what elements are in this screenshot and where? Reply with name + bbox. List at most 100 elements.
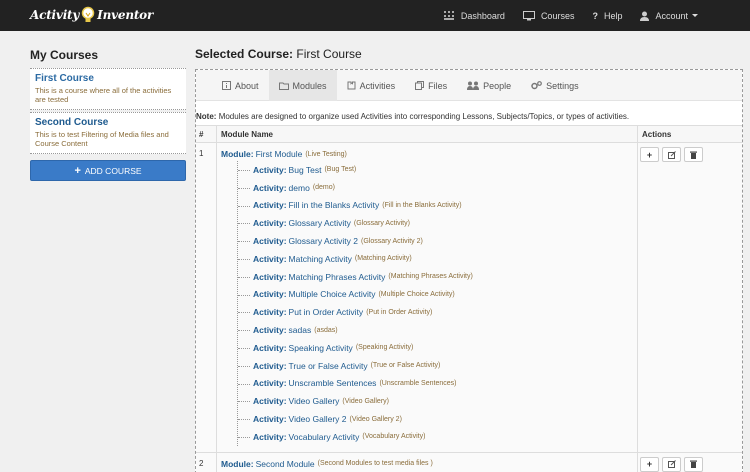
- activity-label: Activity:: [253, 218, 287, 229]
- activity-label: Activity:: [253, 414, 287, 425]
- activity-name[interactable]: Glossary Activity 2: [289, 236, 358, 246]
- course-title[interactable]: Second Course: [35, 117, 181, 128]
- list-item[interactable]: Activity: Video Gallery (Video Gallery): [238, 392, 637, 410]
- tab-modules-label: Modules: [292, 80, 327, 91]
- activity-name[interactable]: demo: [289, 183, 310, 193]
- list-item[interactable]: Activity: Matching Phrases Activity (Match…: [238, 268, 637, 286]
- module-name[interactable]: Second Module: [256, 459, 315, 469]
- edit-module-button[interactable]: [662, 147, 681, 162]
- selected-course-label: Selected Course:: [195, 47, 294, 61]
- activity-subtitle: (Vocabulary Activity): [362, 433, 426, 441]
- activity-name[interactable]: Video Gallery 2: [289, 414, 347, 424]
- activity-name[interactable]: Matching Activity: [289, 254, 352, 264]
- delete-module-button[interactable]: [684, 456, 703, 472]
- list-item[interactable]: Activity: True or False Activity (True or …: [238, 357, 637, 375]
- course-item-second[interactable]: Second Course This is to test Filtering …: [30, 112, 186, 154]
- activity-name[interactable]: Glossary Activity: [289, 218, 351, 228]
- edit-icon: [667, 460, 676, 469]
- activity-name[interactable]: Matching Phrases Activity: [289, 272, 386, 282]
- activity-subtitle: (Video Gallery 2): [349, 415, 402, 423]
- nav-help[interactable]: ? Help: [592, 0, 622, 31]
- tab-activities-label: Activities: [359, 80, 396, 91]
- tab-modules[interactable]: Modules: [268, 70, 337, 101]
- add-course-button[interactable]: + ADD COURSE: [30, 160, 186, 181]
- module-num: 1: [199, 149, 204, 158]
- nav-courses[interactable]: Courses: [522, 0, 575, 31]
- list-item[interactable]: Activity: Glossary Activity (Glossary Acti…: [238, 214, 637, 232]
- list-item[interactable]: Activity: Multiple Choice Activity (Multip…: [238, 286, 637, 304]
- course-item-first[interactable]: First Course This is a course where all …: [30, 68, 186, 110]
- activity-name[interactable]: Fill in the Blanks Activity: [289, 200, 380, 210]
- activity-label: Activity:: [253, 325, 287, 336]
- course-panel: About Modules Activities Files People Se…: [195, 69, 743, 472]
- list-item[interactable]: Activity: Glossary Activity 2 (Glossary Ac…: [238, 232, 637, 250]
- activity-name[interactable]: Multiple Choice Activity: [289, 289, 376, 299]
- list-item[interactable]: Activity: Bug Test (Bug Test): [238, 161, 637, 179]
- activity-subtitle: (Fill in the Blanks Activity): [382, 201, 462, 209]
- list-item[interactable]: Activity: Vocabulary Activity (Vocabulary …: [238, 428, 637, 446]
- list-item[interactable]: Activity: Put in Order Activity (Put in Or…: [238, 303, 637, 321]
- tab-settings[interactable]: Settings: [521, 70, 589, 101]
- header-num: #: [199, 129, 204, 139]
- folder-icon: [278, 82, 289, 90]
- activity-name[interactable]: Speaking Activity: [289, 343, 353, 353]
- activity-label: Activity:: [253, 342, 287, 353]
- top-navbar: Activity Inventor Dashboard Courses ? He…: [0, 0, 750, 31]
- nav-account-dropdown[interactable]: Account: [640, 0, 698, 31]
- activity-subtitle: (demo): [312, 184, 335, 192]
- chevron-down-icon: [692, 14, 698, 17]
- activity-name[interactable]: Unscramble Sentences: [289, 378, 377, 388]
- activity-name[interactable]: Video Gallery: [289, 396, 340, 406]
- activity-subtitle: (asdas): [314, 326, 338, 334]
- module-action-buttons: +: [640, 147, 742, 162]
- tab-people[interactable]: People: [457, 70, 521, 101]
- files-icon: [415, 81, 425, 90]
- modules-note: Note: Modules are designed to organize u…: [196, 112, 629, 121]
- activity-name[interactable]: Put in Order Activity: [289, 307, 364, 317]
- activity-subtitle: (Video Gallery): [342, 397, 389, 405]
- list-item[interactable]: Activity: Fill in the Blanks Activity (Fil…: [238, 197, 637, 215]
- tab-files[interactable]: Files: [405, 70, 457, 101]
- activity-name[interactable]: True or False Activity: [289, 361, 368, 371]
- tab-about[interactable]: About: [212, 70, 269, 101]
- note-label: Note:: [196, 112, 217, 121]
- list-item[interactable]: Activity: Matching Activity (Matching Acti…: [238, 250, 637, 268]
- add-activity-button[interactable]: +: [640, 147, 659, 162]
- tab-activities[interactable]: Activities: [337, 70, 406, 101]
- edit-module-button[interactable]: [662, 456, 681, 472]
- activity-label: Activity:: [253, 289, 287, 300]
- list-item[interactable]: Activity: sadas (asdas): [238, 321, 637, 339]
- activity-name[interactable]: sadas: [289, 325, 312, 335]
- plus-icon: +: [646, 149, 653, 160]
- activity-subtitle: (Glossary Activity): [353, 219, 410, 227]
- activity-label: Activity:: [253, 236, 287, 247]
- activity-subtitle: (Unscramble Sentences): [379, 379, 457, 387]
- list-item[interactable]: Activity: Speaking Activity (Speaking Acti…: [238, 339, 637, 357]
- info-icon: [222, 81, 231, 90]
- selected-course-heading: Selected Course: First Course: [195, 47, 362, 61]
- delete-module-button[interactable]: [684, 147, 703, 162]
- nav-dashboard[interactable]: Dashboard: [443, 0, 505, 31]
- course-description: This is to test Filtering of Media files…: [35, 130, 169, 148]
- list-item[interactable]: Activity: Video Gallery 2 (Video Gallery 2…: [238, 410, 637, 428]
- activity-label: Activity:: [253, 360, 287, 371]
- activity-label: Activity:: [253, 200, 287, 211]
- module-name[interactable]: First Module: [256, 149, 303, 159]
- brand-text-left: Activity: [30, 8, 80, 22]
- add-activity-button[interactable]: +: [640, 456, 659, 472]
- activity-name[interactable]: Bug Test: [289, 165, 322, 175]
- list-item[interactable]: Activity: Unscramble Sentences (Unscramble…: [238, 375, 637, 393]
- activity-label: Activity:: [253, 307, 287, 318]
- course-title[interactable]: First Course: [35, 73, 181, 84]
- people-icon: [467, 81, 480, 90]
- header-module-name: Module Name: [216, 125, 637, 143]
- brand-logo[interactable]: Activity Inventor: [30, 4, 153, 26]
- nav-courses-label: Courses: [540, 10, 575, 21]
- course-list: First Course This is a course where all …: [30, 68, 186, 156]
- activity-subtitle: (Matching Phrases Activity): [388, 273, 473, 281]
- activity-label: Activity:: [253, 182, 287, 193]
- activity-name[interactable]: Vocabulary Activity: [289, 432, 360, 442]
- list-item[interactable]: Activity: demo (demo): [238, 179, 637, 197]
- modules-table: # Module Name Actions 1 Module: First Mo…: [196, 125, 742, 472]
- module-subtitle: (Live Testing): [305, 150, 347, 158]
